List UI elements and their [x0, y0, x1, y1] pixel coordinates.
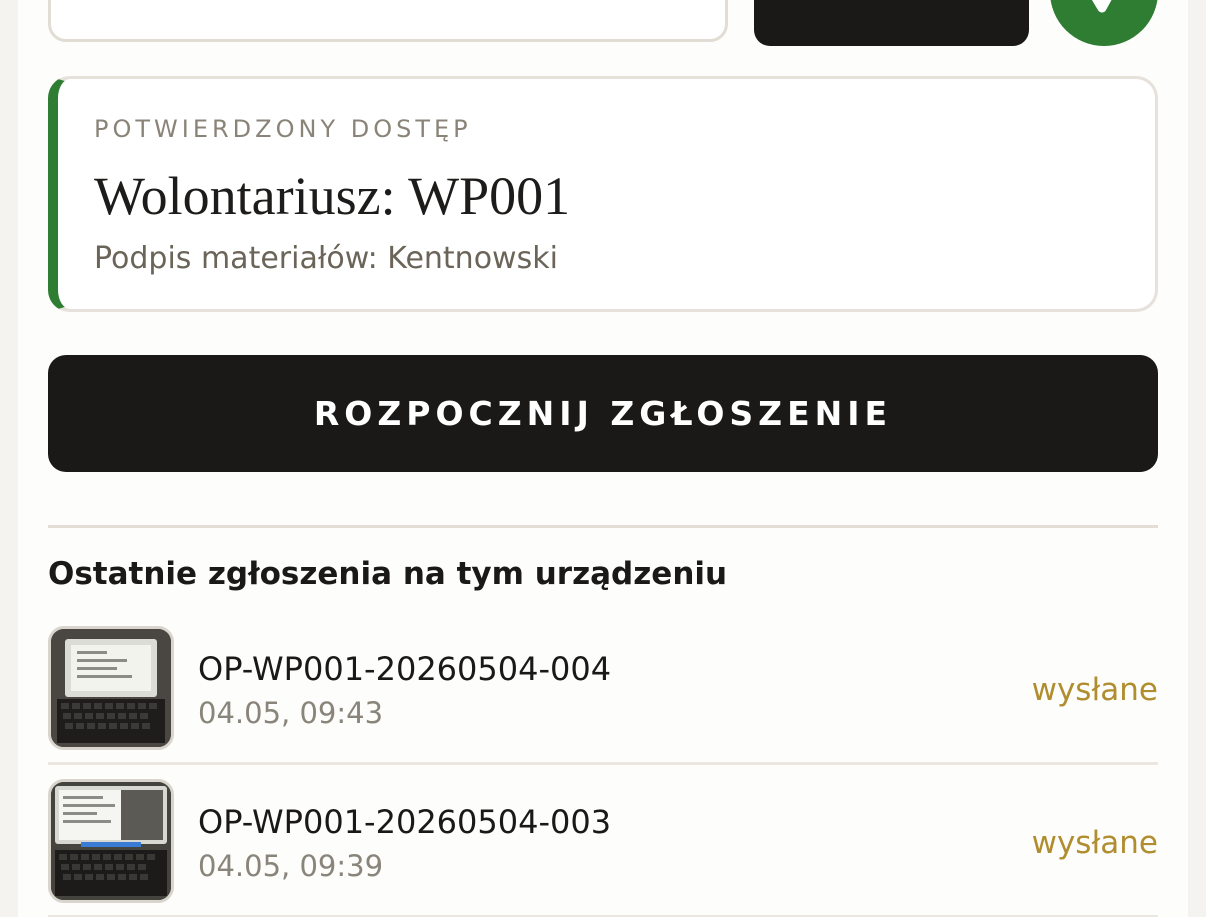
report-status: wysłane — [1031, 672, 1158, 708]
page: POTWIERDZONY DOSTĘP Wolontariusz: WP001 … — [18, 0, 1188, 917]
start-report-button[interactable]: ROZPOCZNIJ ZGŁOSZENIE — [48, 355, 1158, 472]
report-row[interactable]: OP-WP001-20260504-004 04.05, 09:43 wysła… — [48, 626, 1158, 779]
verify-button[interactable] — [754, 0, 1029, 46]
report-code: OP-WP001-20260504-004 — [198, 650, 612, 688]
volunteer-title: Wolontariusz: WP001 — [94, 166, 571, 226]
laptop-photo-icon — [48, 626, 174, 750]
confirmed-access-card: POTWIERDZONY DOSTĘP Wolontariusz: WP001 … — [48, 76, 1158, 312]
report-time: 04.05, 09:39 — [198, 849, 384, 883]
materials-signature: Podpis materiałów: Kentnowski — [94, 241, 558, 276]
verify-row — [48, 0, 1158, 46]
divider — [48, 525, 1158, 528]
report-code: OP-WP001-20260504-003 — [198, 803, 612, 841]
recent-reports-title: Ostatnie zgłoszenia na tym urządzeniu — [48, 556, 728, 592]
volunteer-code-input[interactable] — [48, 0, 728, 42]
report-status: wysłane — [1031, 825, 1158, 861]
report-row[interactable]: OP-WP001-20260504-003 04.05, 09:39 wysła… — [48, 779, 1158, 917]
laptop-photo-icon — [48, 779, 174, 903]
row-divider — [48, 762, 1158, 765]
verified-check-icon — [1050, 0, 1158, 46]
report-time: 04.05, 09:43 — [198, 696, 384, 730]
access-label: POTWIERDZONY DOSTĘP — [94, 115, 472, 143]
